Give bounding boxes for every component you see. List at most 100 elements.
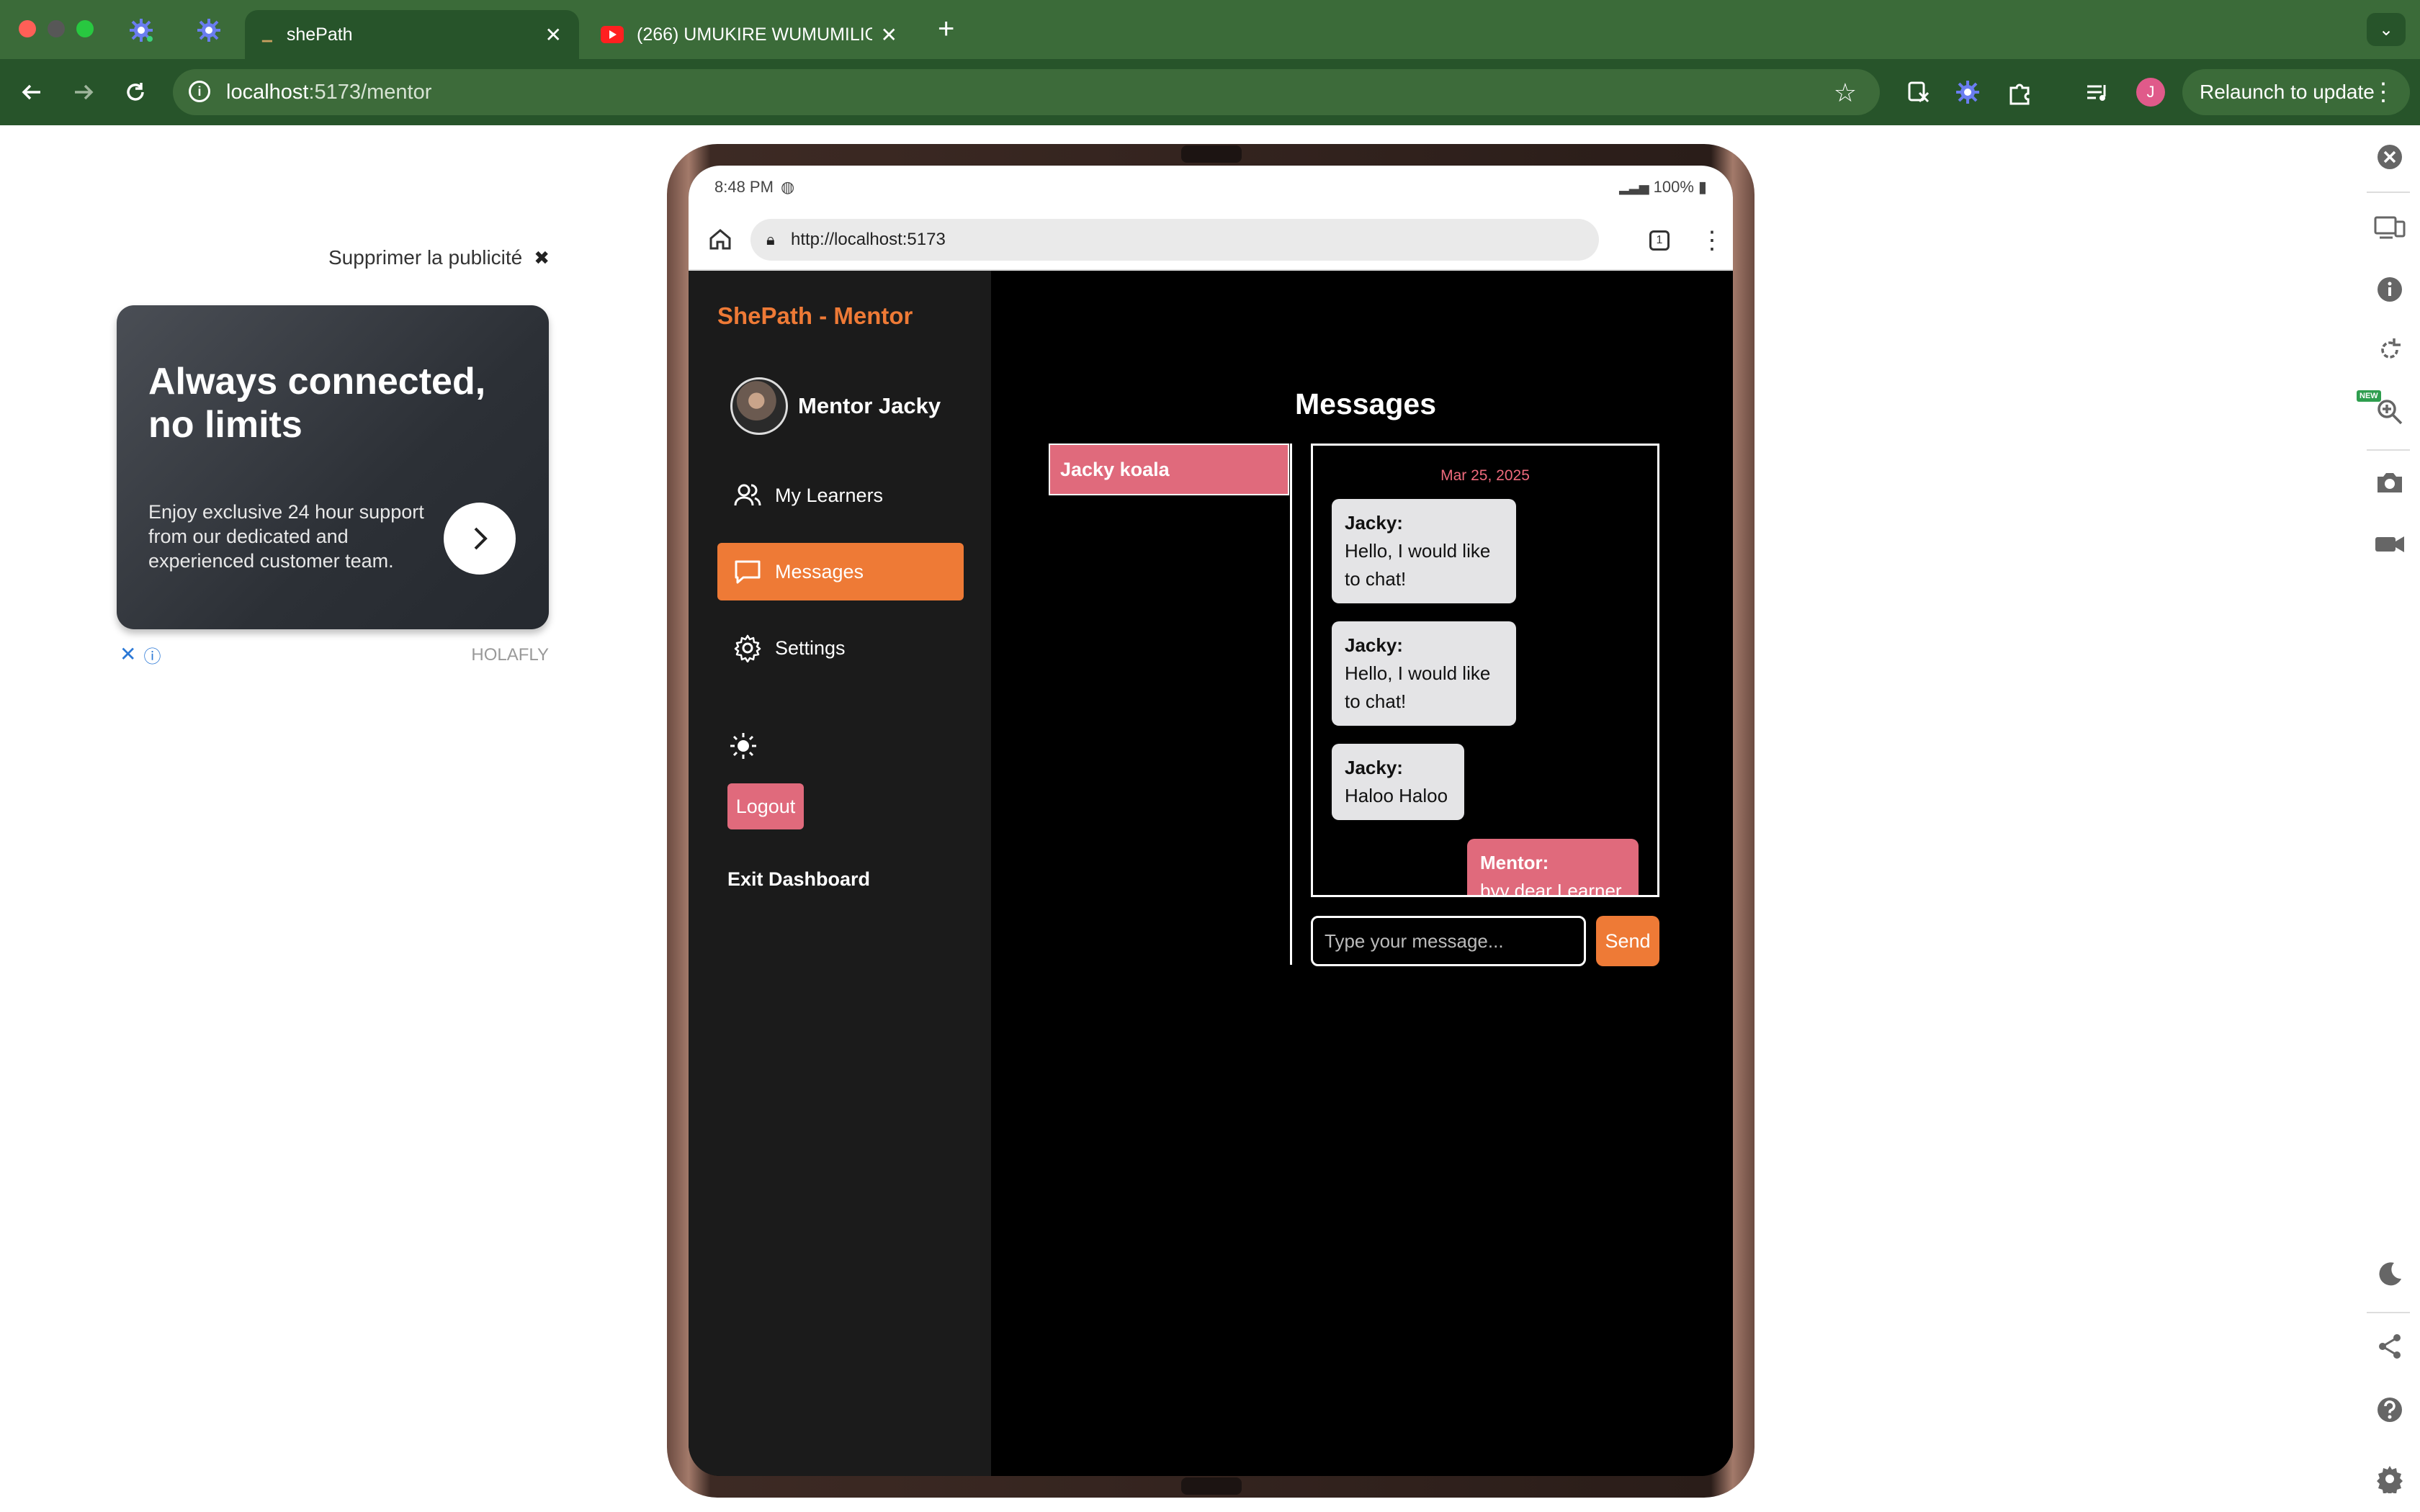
- close-window-button[interactable]: [19, 20, 36, 37]
- message-input[interactable]: [1311, 916, 1586, 966]
- url-path: :5173/mentor: [308, 80, 432, 104]
- signal-icon: ▂▃▅: [1619, 179, 1649, 194]
- address-bar[interactable]: i localhost:5173/mentor ☆: [173, 69, 1880, 115]
- conversation-item[interactable]: Jacky koala: [1049, 444, 1289, 495]
- sidebar-item-settings[interactable]: Settings: [717, 619, 964, 677]
- avatar: [730, 377, 788, 435]
- app-brand-title: ShePath - Mentor: [717, 302, 913, 329]
- sidebar-item-label: My Learners: [775, 484, 884, 506]
- help-icon[interactable]: [2372, 1392, 2407, 1427]
- puzzle-gear-icon: [130, 19, 153, 42]
- mobile-tabs-button[interactable]: 1: [1649, 230, 1670, 251]
- dark-mode-moon-icon[interactable]: [2372, 1257, 2407, 1292]
- camera-icon[interactable]: [2372, 465, 2407, 500]
- ad-body: Enjoy exclusive 24 hour support from our…: [148, 501, 424, 572]
- tab-favicon-icon: ▁: [262, 27, 272, 42]
- relaunch-button[interactable]: Relaunch to update ⋮: [2182, 69, 2410, 115]
- home-icon[interactable]: [704, 223, 736, 255]
- message-sender: Jacky:: [1345, 634, 1403, 656]
- bookmark-star-icon[interactable]: ☆: [1834, 78, 1857, 108]
- message-icon: [735, 560, 761, 584]
- ad-arrow-button[interactable]: [444, 503, 516, 575]
- pinned-tab-1[interactable]: [125, 14, 157, 46]
- site-info-icon[interactable]: i: [189, 81, 210, 102]
- close-x-icon: ✖: [534, 246, 550, 269]
- page-title: Messages: [1295, 387, 1437, 420]
- url-host: localhost: [226, 80, 309, 104]
- arrow-left-icon: [22, 84, 40, 100]
- close-devtools-icon[interactable]: [2372, 140, 2407, 174]
- theme-toggle-sun-icon[interactable]: [729, 732, 758, 760]
- device-hinge-bottom: [1181, 1477, 1242, 1495]
- mobile-url-bar: 🔒︎ http://localhost:5173 1 ⋮: [689, 209, 1733, 271]
- message-sender: Jacky:: [1345, 512, 1403, 534]
- rotate-icon[interactable]: [2372, 333, 2407, 367]
- extension-translate-icon[interactable]: [1901, 75, 1936, 109]
- remove-ad-link[interactable]: Supprimer la publicité ✖: [328, 246, 550, 269]
- chevron-right-icon: [474, 527, 488, 550]
- rail-divider: [2367, 449, 2410, 451]
- share-icon[interactable]: [2372, 1329, 2407, 1364]
- message-text: Hello, I would like to chat!: [1345, 540, 1491, 590]
- pinned-tab-2[interactable]: [193, 14, 225, 46]
- youtube-icon: [601, 26, 624, 43]
- extension-gear-icon[interactable]: [1950, 75, 1985, 109]
- media-controls-icon[interactable]: [2080, 75, 2115, 109]
- tab-youtube[interactable]: (266) UMUKIRE WUMUMILIO ✕: [583, 10, 915, 59]
- chat-window[interactable]: Mar 25, 2025 Jacky: Hello, I would like …: [1311, 444, 1659, 897]
- back-button[interactable]: [16, 76, 48, 108]
- extensions-puzzle-icon[interactable]: [2002, 75, 2037, 109]
- device-toggle-icon[interactable]: [2372, 210, 2407, 245]
- reload-button[interactable]: [120, 76, 151, 108]
- tab-title: (266) UMUKIRE WUMUMILIO: [637, 24, 872, 45]
- reload-icon: [127, 83, 144, 101]
- send-button[interactable]: Send: [1596, 916, 1659, 966]
- info-icon[interactable]: [2372, 272, 2407, 307]
- message-text: Haloo Haloo: [1345, 785, 1448, 806]
- relaunch-label: Relaunch to update: [2200, 81, 2375, 103]
- mobile-url-text: http://localhost:5173: [791, 230, 946, 249]
- message-bubble: Mentor: byy dear Learner: [1467, 839, 1639, 897]
- maximize-window-button[interactable]: [76, 20, 94, 37]
- mobile-url-field[interactable]: 🔒︎ http://localhost:5173: [750, 219, 1599, 261]
- ad-footer: ✕ ⓘ HOLAFLY: [120, 642, 549, 667]
- close-tab-icon[interactable]: ✕: [881, 23, 897, 47]
- close-tab-icon[interactable]: ✕: [545, 23, 562, 47]
- exit-dashboard-link[interactable]: Exit Dashboard: [727, 868, 870, 891]
- status-battery: 100%: [1653, 178, 1694, 196]
- arrow-right-icon: [75, 84, 94, 100]
- message-bubble: Jacky: Haloo Haloo: [1332, 744, 1464, 820]
- chat-date: Mar 25, 2025: [1440, 467, 1530, 484]
- device-status-bar: 8:48 PM ◍ ▂▃▅ 100% ▮: [689, 166, 1733, 209]
- video-camera-icon[interactable]: [2372, 527, 2407, 562]
- device-screen: 8:48 PM ◍ ▂▃▅ 100% ▮ 🔒︎ http://localhost…: [689, 166, 1733, 1476]
- tab-search-button[interactable]: ⌄: [2367, 13, 2406, 46]
- ad-card[interactable]: Always connected, no limits Enjoy exclus…: [117, 305, 549, 629]
- mobile-menu-icon[interactable]: ⋮: [1700, 226, 1724, 255]
- message-text: Hello, I would like to chat!: [1345, 662, 1491, 712]
- ad-headline: Always connected, no limits: [148, 361, 486, 446]
- forward-button[interactable]: [68, 76, 99, 108]
- ad-info-icon[interactable]: ⓘ: [143, 642, 161, 667]
- users-icon: [734, 484, 761, 506]
- tab-shepath[interactable]: ▁ shePath ✕: [245, 10, 579, 59]
- message-bubble: Jacky: Hello, I would like to chat!: [1332, 621, 1516, 726]
- status-spotify-icon: ◍: [780, 178, 795, 196]
- message-text: byy dear Learner: [1480, 880, 1622, 897]
- mentor-profile: Mentor Jacky: [730, 377, 941, 435]
- tab-title: shePath: [286, 24, 353, 45]
- zoom-icon[interactable]: [2372, 395, 2407, 429]
- ad-brand: HOLAFLY: [471, 644, 549, 665]
- settings-gear-icon[interactable]: [2372, 1462, 2407, 1496]
- sidebar-item-my-learners[interactable]: My Learners: [717, 467, 964, 524]
- ad-close-icon[interactable]: ✕: [120, 642, 136, 667]
- sidebar-item-label: Settings: [775, 636, 846, 659]
- sidebar-item-messages[interactable]: Messages: [717, 543, 964, 600]
- minimize-window-button[interactable]: [48, 20, 65, 37]
- logout-button[interactable]: Logout: [727, 783, 804, 829]
- profile-avatar[interactable]: J: [2136, 78, 2165, 107]
- battery-icon: ▮: [1698, 178, 1707, 196]
- more-menu-icon[interactable]: ⋮: [2371, 78, 2396, 107]
- browser-tab-strip: ▁ shePath ✕ (266) UMUKIRE WUMUMILIO ✕ + …: [0, 0, 2420, 59]
- new-tab-button[interactable]: +: [938, 13, 954, 45]
